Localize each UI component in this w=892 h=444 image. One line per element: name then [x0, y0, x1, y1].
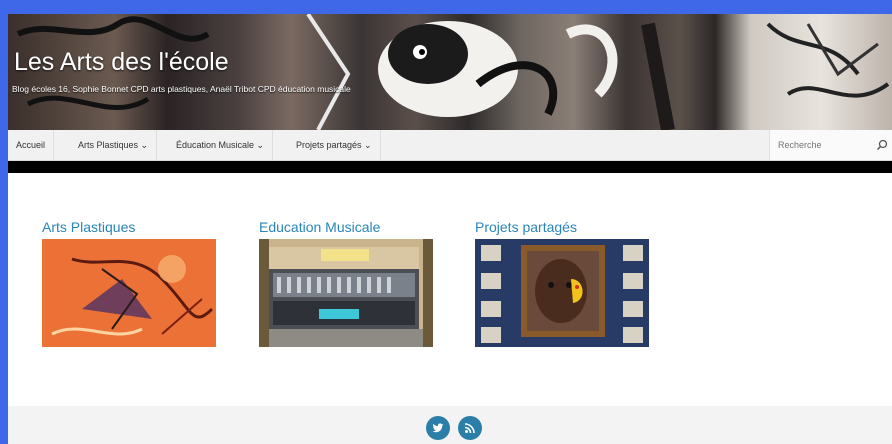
- site-header: Les Arts des l'école Blog écoles 16, Sop…: [8, 14, 892, 130]
- search-icon[interactable]: [876, 139, 888, 151]
- card-title-arts-plastiques[interactable]: Arts Plastiques: [42, 219, 218, 235]
- rss-link[interactable]: [458, 416, 482, 440]
- card-image-education-musicale[interactable]: [259, 239, 433, 347]
- card-image-arts-plastiques[interactable]: [42, 239, 216, 347]
- main-navigation: Accueil Arts Plastiques ⌄ Éducation Musi…: [8, 130, 892, 161]
- nav-item-projets-partages[interactable]: Projets partagés ⌄: [288, 130, 381, 160]
- site-title[interactable]: Les Arts des l'école: [14, 48, 229, 77]
- search-box: [769, 130, 892, 160]
- nav-item-accueil[interactable]: Accueil: [8, 130, 55, 160]
- card-image-projets-partages[interactable]: [475, 239, 649, 347]
- category-card-arts-plastiques: Arts Plastiques: [42, 219, 218, 347]
- twitter-icon: [432, 423, 444, 433]
- search-input[interactable]: [770, 130, 870, 160]
- rss-icon: [464, 423, 475, 434]
- site-footer: [8, 406, 892, 444]
- page-frame: Les Arts des l'école Blog écoles 16, Sop…: [8, 14, 892, 444]
- nav-item-arts-plastiques[interactable]: Arts Plastiques ⌄: [70, 130, 158, 160]
- header-divider: [8, 161, 892, 173]
- category-card-education-musicale: Education Musicale: [259, 219, 435, 347]
- site-description: Blog écoles 16, Sophie Bonnet CPD arts p…: [12, 84, 351, 94]
- twitter-link[interactable]: [426, 416, 450, 440]
- card-title-education-musicale[interactable]: Education Musicale: [259, 219, 435, 235]
- card-title-projets-partages[interactable]: Projets partagés: [475, 219, 651, 235]
- category-card-projets-partages: Projets partagés: [475, 219, 651, 347]
- nav-item-education-musicale[interactable]: Éducation Musicale ⌄: [168, 130, 274, 160]
